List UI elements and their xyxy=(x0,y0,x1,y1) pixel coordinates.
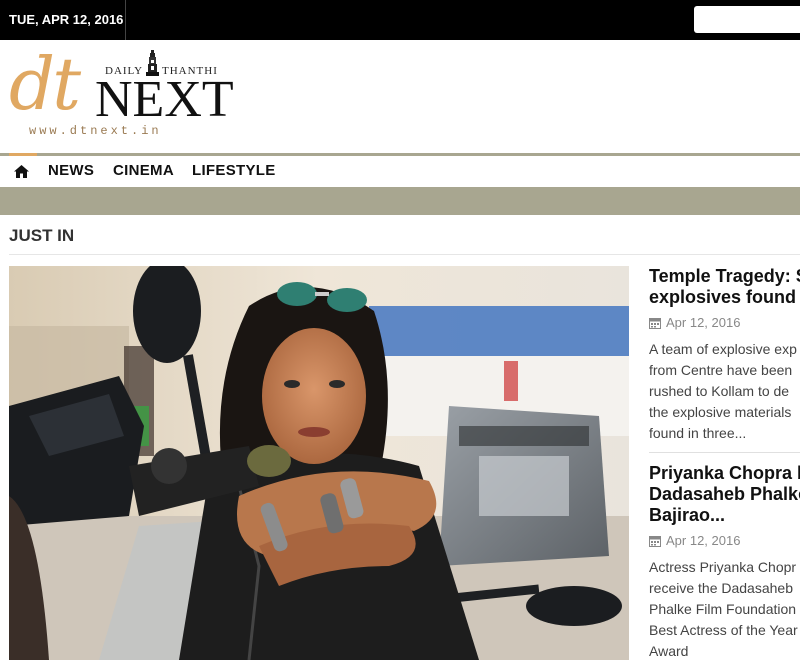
section-title: JUST IN xyxy=(9,226,75,245)
logo-dt: dt xyxy=(9,42,81,126)
article-excerpt: A team of explosive exp from Centre have… xyxy=(649,339,800,444)
calendar-icon xyxy=(649,535,661,547)
nav-item-news[interactable]: NEWS xyxy=(48,162,94,179)
excerpt-line: Best Actress of the Year xyxy=(649,622,798,638)
excerpt-line: Award xyxy=(649,643,689,659)
excerpt-line: rushed to Kollam to de xyxy=(649,383,790,399)
sub-nav-bar xyxy=(0,187,800,215)
excerpt-line: Phalke Film Foundation xyxy=(649,601,797,617)
excerpt-line: Actress Priyanka Chopr xyxy=(649,559,797,575)
section-divider xyxy=(9,254,800,255)
hero-photo xyxy=(9,266,629,660)
article-excerpt: Actress Priyanka Chopr receive the Dadas… xyxy=(649,557,800,660)
nav-item-lifestyle[interactable]: LIFESTYLE xyxy=(192,162,276,179)
excerpt-line: the explosive materials xyxy=(649,404,792,420)
excerpt-line: A team of explosive exp xyxy=(649,341,797,357)
article-card[interactable]: Temple Tragedy: St explosives found in A… xyxy=(649,266,800,444)
main-nav: NEWS CINEMA LIFESTYLE xyxy=(0,153,800,186)
article-meta: Apr 12, 2016 xyxy=(649,533,800,548)
excerpt-line: from Centre have been xyxy=(649,362,793,378)
headline-line: explosives found in xyxy=(649,287,800,307)
site-logo[interactable]: dt DAILY THANTHI NEXT www.dtnext.in xyxy=(9,44,234,145)
article-meta: Apr 12, 2016 xyxy=(649,315,800,330)
article-divider xyxy=(649,452,800,453)
calendar-icon xyxy=(649,317,661,329)
article-date: Apr 12, 2016 xyxy=(666,533,741,548)
top-bar: TUE, APR 12, 2016 xyxy=(0,0,800,40)
headline-line: Temple Tragedy: St xyxy=(649,266,800,286)
current-date: TUE, APR 12, 2016 xyxy=(0,0,126,40)
article-card[interactable]: Priyanka Chopra ba Dadasaheb Phalke Baji… xyxy=(649,463,800,660)
logo-url: www.dtnext.in xyxy=(29,124,162,138)
excerpt-line: receive the Dadasaheb xyxy=(649,580,793,596)
logo-next: NEXT xyxy=(95,71,234,128)
headline-line: Bajirao... xyxy=(649,505,726,525)
home-icon xyxy=(14,165,29,178)
headline-line: Priyanka Chopra ba xyxy=(649,463,800,483)
nav-home[interactable] xyxy=(9,153,37,183)
article-date: Apr 12, 2016 xyxy=(666,315,741,330)
hero-image[interactable] xyxy=(9,266,629,660)
headline-line: Dadasaheb Phalke xyxy=(649,484,800,504)
excerpt-line: found in three... xyxy=(649,425,747,441)
article-headline[interactable]: Temple Tragedy: St explosives found in xyxy=(649,266,800,308)
search-input[interactable] xyxy=(694,6,800,33)
article-headline[interactable]: Priyanka Chopra ba Dadasaheb Phalke Baji… xyxy=(649,463,800,526)
nav-item-cinema[interactable]: CINEMA xyxy=(113,162,174,179)
